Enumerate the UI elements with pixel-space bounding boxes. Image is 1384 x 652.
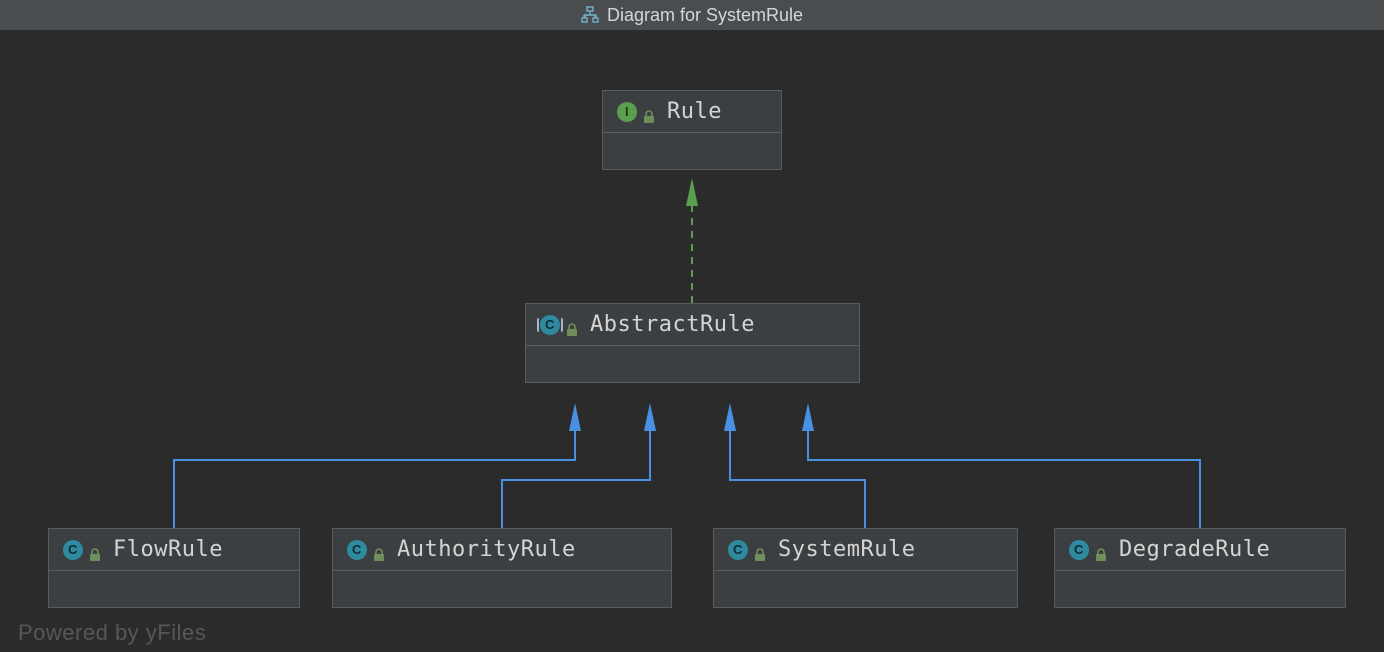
- edge-degraderule-abstractrule: [808, 417, 1200, 528]
- node-authorityrule[interactable]: C AuthorityRule: [332, 528, 672, 608]
- node-body: [1055, 571, 1345, 607]
- node-label: FlowRule: [113, 537, 223, 562]
- diagram-header: Diagram for SystemRule: [0, 0, 1384, 30]
- class-badge-icon: C: [63, 540, 83, 560]
- node-label: Rule: [667, 99, 722, 124]
- edge-flowrule-abstractrule: [174, 417, 575, 528]
- node-label: AuthorityRule: [397, 537, 576, 562]
- node-body: [49, 571, 299, 607]
- lock-icon: [643, 105, 655, 119]
- node-title: C AuthorityRule: [333, 529, 671, 571]
- diagram-canvas[interactable]: I Rule C AbstractRule C FlowRule: [0, 30, 1384, 652]
- edge-authorityrule-abstractrule: [502, 417, 650, 528]
- diagram-title: Diagram for SystemRule: [607, 5, 803, 26]
- lock-icon: [566, 318, 578, 332]
- lock-icon: [1095, 543, 1107, 557]
- class-badge-icon: C: [347, 540, 367, 560]
- lock-icon: [754, 543, 766, 557]
- node-body: [333, 571, 671, 607]
- edge-systemrule-abstractrule: [730, 417, 865, 528]
- node-body: [714, 571, 1017, 607]
- node-title: C SystemRule: [714, 529, 1017, 571]
- interface-badge-icon: I: [617, 102, 637, 122]
- lock-icon: [89, 543, 101, 557]
- node-body: [526, 346, 859, 382]
- node-abstractrule[interactable]: C AbstractRule: [525, 303, 860, 383]
- abstract-class-badge-icon: C: [540, 315, 560, 335]
- node-degraderule[interactable]: C DegradeRule: [1054, 528, 1346, 608]
- node-systemrule[interactable]: C SystemRule: [713, 528, 1018, 608]
- node-title: C DegradeRule: [1055, 529, 1345, 571]
- node-label: AbstractRule: [590, 312, 755, 337]
- node-title: C AbstractRule: [526, 304, 859, 346]
- lock-icon: [373, 543, 385, 557]
- node-label: DegradeRule: [1119, 537, 1270, 562]
- class-badge-icon: C: [728, 540, 748, 560]
- class-badge-icon: C: [1069, 540, 1089, 560]
- node-title: I Rule: [603, 91, 781, 133]
- node-label: SystemRule: [778, 537, 915, 562]
- node-title: C FlowRule: [49, 529, 299, 571]
- watermark: Powered by yFiles: [18, 620, 206, 646]
- diagram-hierarchy-icon: [581, 6, 599, 24]
- node-flowrule[interactable]: C FlowRule: [48, 528, 300, 608]
- node-body: [603, 133, 781, 169]
- node-rule[interactable]: I Rule: [602, 90, 782, 170]
